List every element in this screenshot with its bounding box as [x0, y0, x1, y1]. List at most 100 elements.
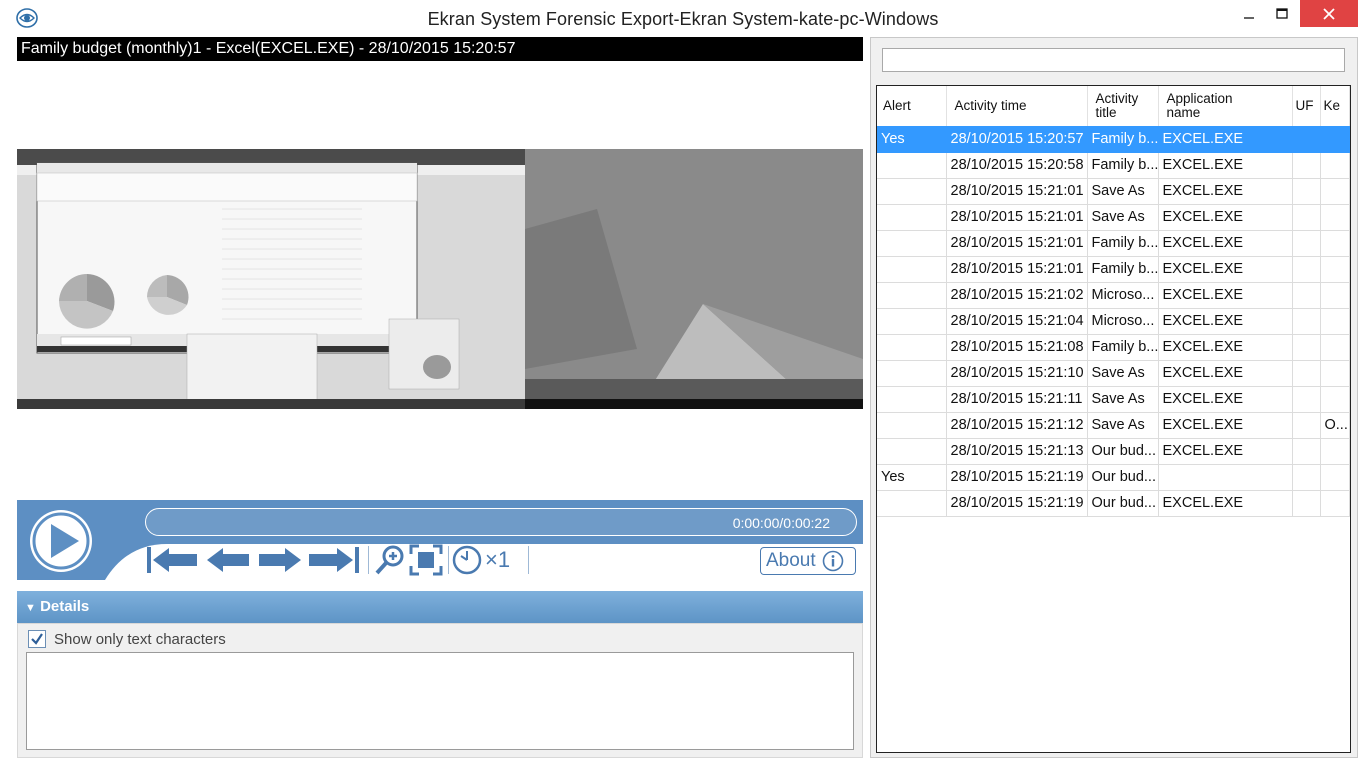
application-name-cell: EXCEL.EXE	[1158, 126, 1293, 153]
ke-cell	[1320, 490, 1350, 517]
activity-table-body: Yes 28/10/2015 15:20:57 Family b... EXCEL.E…	[877, 126, 1350, 517]
column-header-activity-title[interactable]: Activity title	[1087, 86, 1159, 126]
clock-icon	[452, 545, 482, 575]
uf-cell	[1292, 334, 1321, 361]
fit-to-screen-button[interactable]	[409, 544, 443, 576]
alert-cell	[877, 308, 947, 335]
table-row[interactable]: 28/10/2015 15:21:01 Family b... EXCEL.EXE	[877, 256, 1350, 283]
activity-time-cell: 28/10/2015 15:21:01	[946, 178, 1088, 205]
show-only-text-option[interactable]: Show only text characters	[28, 630, 226, 648]
application-name-cell: EXCEL.EXE	[1158, 282, 1293, 309]
table-row[interactable]: Yes 28/10/2015 15:21:19 Our bud...	[877, 464, 1350, 491]
ke-cell	[1320, 464, 1350, 491]
ke-cell	[1320, 256, 1350, 283]
application-name-cell: EXCEL.EXE	[1158, 308, 1293, 335]
uf-cell	[1292, 412, 1321, 439]
activity-time-cell: 28/10/2015 15:21:12	[946, 412, 1088, 439]
ke-cell	[1320, 334, 1350, 361]
activity-time-cell: 28/10/2015 15:21:04	[946, 308, 1088, 335]
details-panel: Show only text characters	[17, 623, 863, 758]
show-only-text-label: Show only text characters	[54, 630, 226, 648]
ke-cell	[1320, 282, 1350, 309]
search-input[interactable]	[882, 48, 1345, 72]
time-label: 0:00:00/0:00:22	[732, 515, 830, 531]
toolbar-separator	[527, 544, 529, 576]
ke-cell	[1320, 308, 1350, 335]
ke-cell	[1320, 152, 1350, 179]
application-name-cell	[1158, 464, 1293, 491]
first-frame-button[interactable]	[145, 544, 199, 576]
alert-cell	[877, 230, 947, 257]
column-header-alert[interactable]: Alert	[877, 86, 947, 126]
uf-cell	[1292, 152, 1321, 179]
application-name-cell: EXCEL.EXE	[1158, 178, 1293, 205]
alert-cell	[877, 438, 947, 465]
alert-cell	[877, 152, 947, 179]
ke-cell	[1320, 230, 1350, 257]
playback-speed-button[interactable]	[451, 544, 483, 576]
toolbar-separator	[367, 544, 369, 576]
show-only-text-checkbox[interactable]	[28, 630, 46, 648]
maximize-button[interactable]	[1259, 0, 1305, 27]
table-row[interactable]: 28/10/2015 15:21:19 Our bud... EXCEL.EXE	[877, 490, 1350, 517]
uf-cell	[1292, 464, 1321, 491]
activity-time-cell: 28/10/2015 15:21:10	[946, 360, 1088, 387]
application-name-cell: EXCEL.EXE	[1158, 230, 1293, 257]
details-text-area[interactable]	[26, 652, 854, 750]
application-name-cell: EXCEL.EXE	[1158, 256, 1293, 283]
window-title: Ekran System Forensic Export-Ekran Syste…	[427, 9, 939, 29]
close-button[interactable]	[1300, 0, 1358, 27]
fullscreen-icon	[409, 544, 443, 576]
last-frame-button[interactable]	[307, 544, 363, 576]
column-header-uf[interactable]: UF	[1292, 86, 1321, 126]
details-header[interactable]: ▼ Details	[17, 591, 863, 623]
zoom-button[interactable]	[373, 544, 407, 576]
ke-cell: O...	[1320, 412, 1350, 439]
activity-time-cell: 28/10/2015 15:21:01	[946, 230, 1088, 257]
column-header-application-name[interactable]: Application name	[1158, 86, 1293, 126]
details-title: Details	[40, 598, 90, 615]
table-row[interactable]: 28/10/2015 15:21:13 Our bud... EXCEL.EXE	[877, 438, 1350, 465]
activity-title-cell: Save As	[1087, 178, 1159, 205]
player-controls: 0:00:00/0:00:22 ×1 About	[17, 500, 863, 580]
ke-cell	[1320, 178, 1350, 205]
activity-time-cell: 28/10/2015 15:20:57	[946, 126, 1088, 153]
activity-title-cell: Family b...	[1087, 152, 1159, 179]
uf-cell	[1292, 490, 1321, 517]
play-button[interactable]	[23, 508, 99, 574]
activity-time-cell: 28/10/2015 15:21:11	[946, 386, 1088, 413]
application-name-cell: EXCEL.EXE	[1158, 490, 1293, 517]
alert-cell	[877, 204, 947, 231]
column-header-activity-time[interactable]: Activity time	[946, 86, 1088, 126]
table-row[interactable]: 28/10/2015 15:21:10 Save As EXCEL.EXE	[877, 360, 1350, 387]
alert-cell	[877, 178, 947, 205]
table-row[interactable]: 28/10/2015 15:21:04 Microso... EXCEL.EXE	[877, 308, 1350, 335]
about-button[interactable]: About	[760, 547, 856, 575]
table-row[interactable]: 28/10/2015 15:21:11 Save As EXCEL.EXE	[877, 386, 1350, 413]
alert-cell: Yes	[877, 464, 947, 491]
table-row[interactable]: 28/10/2015 15:21:12 Save As EXCEL.EXE O...	[877, 412, 1350, 439]
progress-bar[interactable]: 0:00:00/0:00:22	[145, 508, 857, 536]
next-frame-button[interactable]	[257, 544, 303, 576]
ke-cell	[1320, 386, 1350, 413]
previous-frame-button[interactable]	[205, 544, 251, 576]
table-row[interactable]: Yes 28/10/2015 15:20:57 Family b... EXCEL.E…	[877, 126, 1350, 153]
column-header-ke[interactable]: Ke	[1320, 86, 1350, 126]
activity-title-cell: Save As	[1087, 386, 1159, 413]
table-row[interactable]: 28/10/2015 15:20:58 Family b... EXCEL.EXE	[877, 152, 1350, 179]
application-name-cell: EXCEL.EXE	[1158, 386, 1293, 413]
table-row[interactable]: 28/10/2015 15:21:02 Microso... EXCEL.EXE	[877, 282, 1350, 309]
table-row[interactable]: 28/10/2015 15:21:01 Save As EXCEL.EXE	[877, 204, 1350, 231]
activity-title-cell: Family b...	[1087, 256, 1159, 283]
close-icon	[1323, 7, 1335, 20]
uf-cell	[1292, 230, 1321, 257]
alert-cell	[877, 490, 947, 517]
uf-cell	[1292, 360, 1321, 387]
maximize-icon	[1276, 7, 1288, 19]
table-row[interactable]: 28/10/2015 15:21:01 Save As EXCEL.EXE	[877, 178, 1350, 205]
screen-capture-image	[17, 149, 863, 409]
table-row[interactable]: 28/10/2015 15:21:08 Family b... EXCEL.EXE	[877, 334, 1350, 361]
table-row[interactable]: 28/10/2015 15:21:01 Family b... EXCEL.EXE	[877, 230, 1350, 257]
ke-cell	[1320, 438, 1350, 465]
activity-time-cell: 28/10/2015 15:21:19	[946, 464, 1088, 491]
